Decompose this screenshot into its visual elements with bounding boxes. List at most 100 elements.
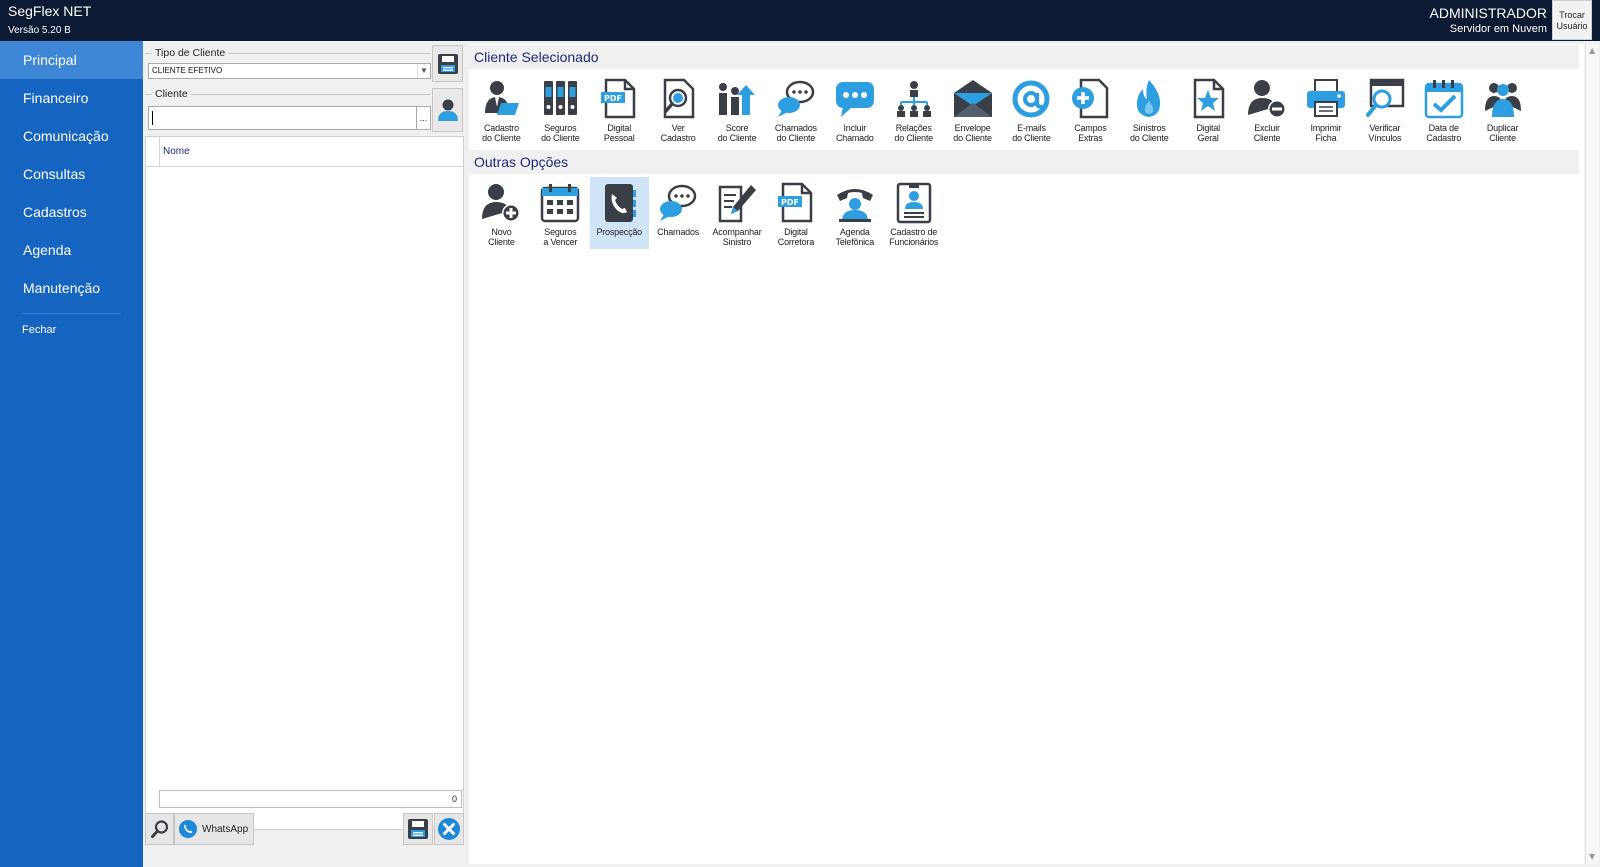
cancel-button[interactable] (434, 813, 464, 845)
pdf-icon: PDF (777, 182, 813, 223)
tool-ver-cadastro-button[interactable]: Ver Cadastro (649, 73, 708, 145)
tool-imprimir-ficha-button[interactable]: Imprimir Ficha (1296, 73, 1355, 145)
other-options-section-title: Outras Opções (469, 150, 1579, 174)
client-search-input[interactable] (148, 106, 417, 130)
whatsapp-icon (179, 820, 197, 838)
whatsapp-button[interactable]: WhatsApp (174, 813, 254, 845)
tool-label: E-mails do Cliente (1012, 123, 1051, 143)
switch-user-label-line2: Usuário (1556, 21, 1588, 31)
sidebar-item-consultas[interactable]: Consultas (0, 155, 143, 193)
tool-label: Chamados do Cliente (774, 123, 817, 143)
tool-campos-extras-button[interactable]: Campos Extras (1061, 73, 1120, 145)
tool-prospeccao-button[interactable]: Prospecção (589, 177, 649, 249)
phone-contact-icon (836, 189, 873, 222)
app-version: Versão 5.20 B (8, 25, 71, 36)
at-sign-icon (1012, 80, 1050, 118)
client-label: Cliente (152, 88, 191, 100)
calendar-grid-icon (541, 184, 580, 223)
tool-label: Verificar Vínculos (1368, 123, 1402, 143)
search-button[interactable] (145, 813, 174, 845)
tool-data-de-cadastro-button[interactable]: Data de Cadastro (1414, 73, 1473, 145)
floppy-disk-icon (437, 53, 458, 74)
tool-chamados-do-cliente-button[interactable]: Chamados do Cliente (766, 73, 825, 145)
id-card-icon (896, 182, 931, 224)
user-icon (437, 99, 458, 121)
switch-user-label-line1: Trocar (1559, 10, 1585, 20)
tool-digital-corretora-button[interactable]: PDF Digital Corretora (766, 177, 825, 249)
tool-label: Seguros a Vencer (543, 227, 578, 247)
client-lookup-button[interactable]: ... (417, 106, 431, 130)
server-label: Servidor em Nuvem (1449, 23, 1547, 35)
tool-e-mails-do-cliente-button[interactable]: E-mails do Cliente (1002, 73, 1061, 145)
tool-excluir-cliente-button[interactable]: Excluir Cliente (1238, 73, 1297, 145)
tool-label: Cadastro do Cliente (482, 123, 521, 143)
scroll-up-arrow-icon[interactable]: ▲ (1589, 46, 1595, 55)
tool-label: Relações do Cliente (894, 123, 933, 143)
client-profile-icon (485, 81, 520, 115)
envelope-icon (953, 80, 992, 117)
sidebar-item-agenda[interactable]: Agenda (0, 231, 143, 269)
client-results-grid[interactable]: Nome (145, 136, 464, 830)
sidebar-item-manutencao[interactable]: Manutenção (0, 269, 143, 307)
tool-label: Envelope do Cliente (953, 123, 992, 143)
row-indicator-column (146, 137, 160, 166)
tool-envelope-do-cliente-button[interactable]: Envelope do Cliente (943, 73, 1002, 145)
tool-digital-geral-button[interactable]: Digital Geral (1179, 73, 1238, 145)
tool-seguros-do-cliente-button[interactable]: Seguros do Cliente (531, 73, 590, 145)
tool-acompanhar-sinistro-button[interactable]: Acompanhar Sinistro (708, 177, 767, 249)
sidebar-item-financeiro[interactable]: Financeiro (0, 79, 143, 117)
org-chart-icon (896, 81, 931, 117)
left-panel-toolbar: WhatsApp (145, 812, 464, 846)
whatsapp-label: WhatsApp (202, 823, 249, 835)
svg-text:PDF: PDF (604, 94, 622, 103)
view-document-icon (663, 78, 695, 119)
sidebar-item-principal[interactable]: Principal (0, 41, 143, 79)
switch-user-button[interactable]: Trocar Usuário (1552, 0, 1592, 40)
tool-verificar-vinculos-button[interactable]: Verificar Vínculos (1355, 73, 1414, 145)
binders-icon (544, 81, 578, 115)
duplicate-user-icon (1484, 83, 1521, 117)
phone-book-icon (605, 184, 637, 222)
tool-label: Agenda Telefônica (835, 227, 875, 247)
tool-score-do-cliente-button[interactable]: Score do Cliente (708, 73, 767, 145)
grid-header: Nome (146, 137, 463, 167)
close-button[interactable]: Fechar (0, 319, 143, 341)
tool-label: Digital Pessoal (603, 123, 635, 143)
chevron-down-icon[interactable]: ▼ (417, 64, 430, 78)
tool-label: Score do Cliente (717, 123, 757, 143)
sidebar-item-cadastros[interactable]: Cadastros (0, 193, 143, 231)
tool-cadastro-de-funcionarios-button[interactable]: Cadastro de Funcionários (884, 177, 943, 249)
tool-seguros-a-vencer-button[interactable]: Seguros a Vencer (531, 177, 590, 249)
tool-sinistros-do-cliente-button[interactable]: Sinistros do Cliente (1120, 73, 1179, 145)
close-icon (438, 818, 460, 840)
calendar-check-icon (1424, 80, 1463, 119)
name-column-header[interactable]: Nome (163, 146, 190, 157)
tool-chamados-button[interactable]: Chamados (649, 177, 708, 249)
tool-label: Incluir Chamado (835, 123, 874, 143)
tool-label: Digital Geral (1196, 123, 1220, 143)
search-icon (150, 820, 168, 838)
tool-cadastro-do-cliente-button[interactable]: Cadastro do Cliente (472, 73, 531, 145)
tool-duplicar-cliente-button[interactable]: Duplicar Cliente (1473, 73, 1532, 145)
tool-relacoes-do-cliente-button[interactable]: Relações do Cliente (884, 73, 943, 145)
scroll-down-arrow-icon[interactable]: ▼ (1589, 852, 1595, 861)
tool-novo-cliente-button[interactable]: Novo Cliente (472, 177, 531, 249)
vertical-scrollbar[interactable]: ▲ ▼ (1585, 44, 1599, 864)
remove-user-icon (1248, 80, 1287, 118)
tool-label: Data de Cadastro (1426, 123, 1462, 143)
record-count: 0 (159, 790, 462, 808)
tool-agenda-telefonica-button[interactable]: Agenda Telefônica (825, 177, 884, 249)
tool-label: Ver Cadastro (660, 123, 696, 143)
new-chat-icon (835, 82, 874, 117)
tool-label: Sinistros do Cliente (1129, 123, 1169, 143)
client-select-button[interactable] (432, 88, 463, 132)
main-content: Cliente Selecionado Cadastro do Cliente S… (469, 44, 1584, 864)
edit-document-icon (718, 185, 756, 223)
client-type-select[interactable]: CLIENTE EFETIVO ▼ (148, 63, 431, 79)
printer-icon (1306, 79, 1345, 117)
tool-digital-pessoal-button[interactable]: PDF Digital Pessoal (590, 73, 649, 145)
sidebar-item-comunicacao[interactable]: Comunicação (0, 117, 143, 155)
tool-incluir-chamado-button[interactable]: Incluir Chamado (825, 73, 884, 145)
save-filter-button[interactable] (432, 45, 463, 82)
save-button[interactable] (403, 813, 433, 845)
